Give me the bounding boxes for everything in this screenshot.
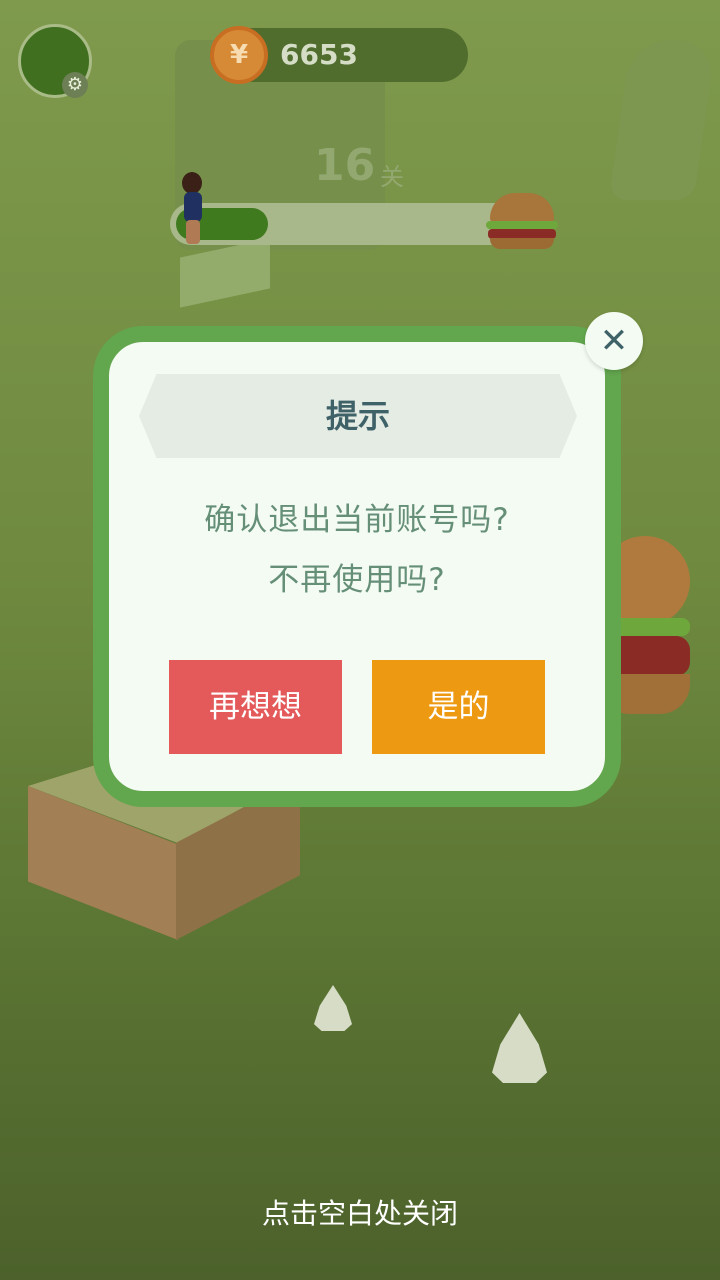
dialog-message-line2: 不再使用吗? bbox=[268, 562, 446, 598]
coin-value: 6653 bbox=[280, 38, 358, 71]
gear-icon[interactable]: ⚙ bbox=[62, 72, 88, 98]
cancel-button[interactable]: 再想想 bbox=[169, 660, 342, 754]
ice-cream-pickup bbox=[492, 1013, 547, 1083]
ice-cream-pickup bbox=[314, 985, 352, 1031]
goal-burger-icon bbox=[486, 193, 558, 249]
level-unit: 关 bbox=[380, 163, 404, 191]
logout-confirm-dialog: 提示 确认退出当前账号吗? 不再使用吗? 再想想 是的 bbox=[93, 326, 621, 807]
dialog-header: 提示 bbox=[139, 374, 577, 458]
dialog-title: 提示 bbox=[325, 397, 390, 435]
coin-icon: ¥ bbox=[210, 26, 268, 84]
player-character bbox=[178, 172, 208, 244]
level-number: 16 bbox=[314, 140, 376, 191]
confirm-button[interactable]: 是的 bbox=[372, 660, 545, 754]
dialog-message-line1: 确认退出当前账号吗? bbox=[204, 502, 510, 538]
close-icon[interactable]: ✕ bbox=[585, 312, 643, 370]
tap-to-close-hint: 点击空白处关闭 bbox=[261, 1197, 458, 1230]
background-rock bbox=[608, 40, 717, 200]
